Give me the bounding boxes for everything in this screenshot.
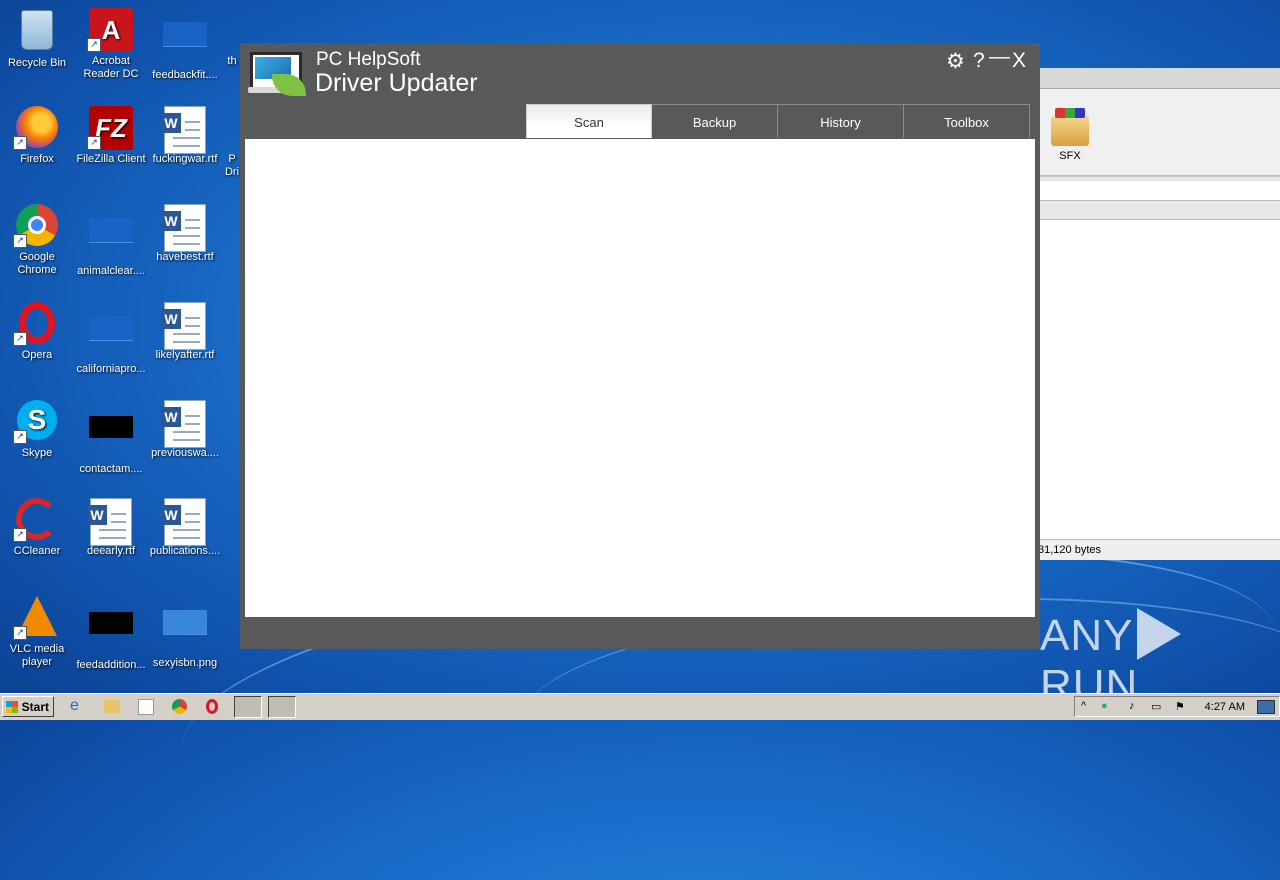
scan-content-panel <box>245 139 1035 617</box>
sfx-archive-icon <box>1051 108 1089 146</box>
word-doc-icon <box>87 498 135 546</box>
divider <box>1030 176 1280 181</box>
file-icon <box>87 218 135 262</box>
acrobat-icon: A ↗ <box>87 8 135 52</box>
word-doc-icon <box>161 302 209 350</box>
tab-bar: Scan Backup History Toolbox <box>526 104 1030 138</box>
start-button[interactable]: Start <box>2 696 54 717</box>
recycle-bin-icon <box>13 10 61 54</box>
help-icon[interactable]: ? <box>973 49 985 73</box>
desktop-icon-file[interactable]: animalclear.... <box>74 204 148 278</box>
status-bar: 31,120 bytes <box>1030 539 1280 560</box>
vlc-icon: ↗ <box>13 596 61 640</box>
ccleaner-icon: ↗ <box>13 498 61 542</box>
desktop-icon-word-doc[interactable]: havebest.rtf <box>148 204 222 264</box>
desktop-icon-partial[interactable]: th <box>222 8 242 68</box>
desktop-icon-word-doc[interactable]: publications.... <box>148 498 222 558</box>
opera-icon: ↗ <box>13 302 61 346</box>
file-icon <box>87 612 135 656</box>
image-icon <box>161 610 209 654</box>
desktop-icon-acrobat[interactable]: A ↗ Acrobat Reader DC <box>74 8 148 81</box>
media-player-icon[interactable] <box>138 699 154 715</box>
desktop-icon-chrome[interactable]: ↗ Google Chrome <box>0 204 74 277</box>
desktop-icon-file[interactable]: californiapro... <box>74 302 148 376</box>
folder-icon[interactable] <box>104 700 120 713</box>
tray-expand-icon[interactable]: ^ <box>1081 700 1086 712</box>
product-name: Driver Updater <box>315 69 478 97</box>
window-titlebar[interactable] <box>1030 68 1280 89</box>
device-icon[interactable]: ▭ <box>1151 700 1161 713</box>
desktop-icon-opera[interactable]: ↗ Opera <box>0 302 74 362</box>
desktop-icon-file[interactable]: feedaddition... <box>74 596 148 672</box>
background-explorer-window[interactable]: SFX 31,120 bytes <box>1030 68 1280 560</box>
desktop-icon-ccleaner[interactable]: ↗ CCleaner <box>0 498 74 558</box>
file-icon <box>222 8 242 52</box>
ie-icon[interactable]: e <box>70 697 90 717</box>
desktop-icon-file[interactable]: feedbackfit.... <box>148 8 222 82</box>
word-doc-icon <box>161 498 209 546</box>
desktop-icon-word-doc[interactable]: deearly.rtf <box>74 498 148 558</box>
sfx-button[interactable]: SFX <box>1048 108 1092 162</box>
driver-updater-taskbar-icon[interactable] <box>268 696 296 718</box>
word-doc-icon <box>161 106 209 154</box>
word-doc-icon <box>161 204 209 252</box>
tab-history[interactable]: History <box>778 104 904 138</box>
file-icon <box>161 22 209 66</box>
tab-scan[interactable]: Scan <box>526 104 652 138</box>
driver-updater-window[interactable]: PC HelpSoft Driver Updater ⚙ ? — X Scan … <box>240 43 1040 649</box>
word-doc-icon <box>161 400 209 448</box>
desktop-icon-partial[interactable]: P Dri <box>222 106 242 179</box>
network-icon[interactable]: ● <box>1101 700 1108 712</box>
app-logo-icon <box>248 50 310 98</box>
tab-toolbox[interactable]: Toolbox <box>904 104 1030 138</box>
settings-gear-icon[interactable]: ⚙ <box>946 49 965 74</box>
volume-icon[interactable]: ♪ <box>1129 700 1135 712</box>
system-tray: ^ ● ♪ ▭ ⚑ 4:27 AM <box>1074 696 1280 717</box>
chrome-icon: ↗ <box>13 204 61 248</box>
tab-backup[interactable]: Backup <box>652 104 778 138</box>
windows-logo-icon <box>6 701 18 713</box>
desktop-icon-file[interactable]: contactam.... <box>74 400 148 476</box>
opera-taskbar-icon[interactable] <box>206 699 218 714</box>
winrar-taskbar-icon[interactable] <box>234 696 262 718</box>
taskbar: Start e ^ ● ♪ ▭ ⚑ 4:27 AM <box>0 693 1280 720</box>
filezilla-icon: FZ ↗ <box>87 106 135 150</box>
firefox-icon: ↗ <box>13 106 61 150</box>
status-text: 31,120 bytes <box>1038 544 1101 556</box>
clock[interactable]: 4:27 AM <box>1205 701 1245 713</box>
desktop-icon-word-doc[interactable]: likelyafter.rtf <box>148 302 222 362</box>
file-icon <box>87 316 135 360</box>
desktop-icon-vlc[interactable]: ↗ VLC media player <box>0 596 74 669</box>
skype-icon: S ↗ <box>13 400 61 444</box>
desktop-icon-image[interactable]: sexyisbn.png <box>148 596 222 670</box>
file-icon <box>87 416 135 460</box>
desktop-icon-skype[interactable]: S ↗ Skype <box>0 400 74 460</box>
action-center-flag-icon[interactable]: ⚑ <box>1175 700 1185 713</box>
desktop-icon-word-doc[interactable]: previouswa.... <box>148 400 222 460</box>
desktop-icon-recycle-bin[interactable]: Recycle Bin <box>0 8 74 70</box>
minimize-button[interactable]: — <box>989 45 1010 69</box>
brand-name: PC HelpSoft <box>316 49 421 70</box>
chrome-taskbar-icon[interactable] <box>172 699 187 714</box>
column-header <box>1030 200 1280 220</box>
desktop-icon-filezilla[interactable]: FZ ↗ FileZilla Client <box>74 106 148 166</box>
desktop-icon-word-doc[interactable]: fuckingwar.rtf <box>148 106 222 166</box>
desktop-icon-firefox[interactable]: ↗ Firefox <box>0 106 74 166</box>
file-icon <box>222 106 242 150</box>
show-desktop-icon[interactable] <box>1257 700 1275 714</box>
close-button[interactable]: X <box>1012 49 1026 73</box>
play-icon <box>1137 608 1182 660</box>
